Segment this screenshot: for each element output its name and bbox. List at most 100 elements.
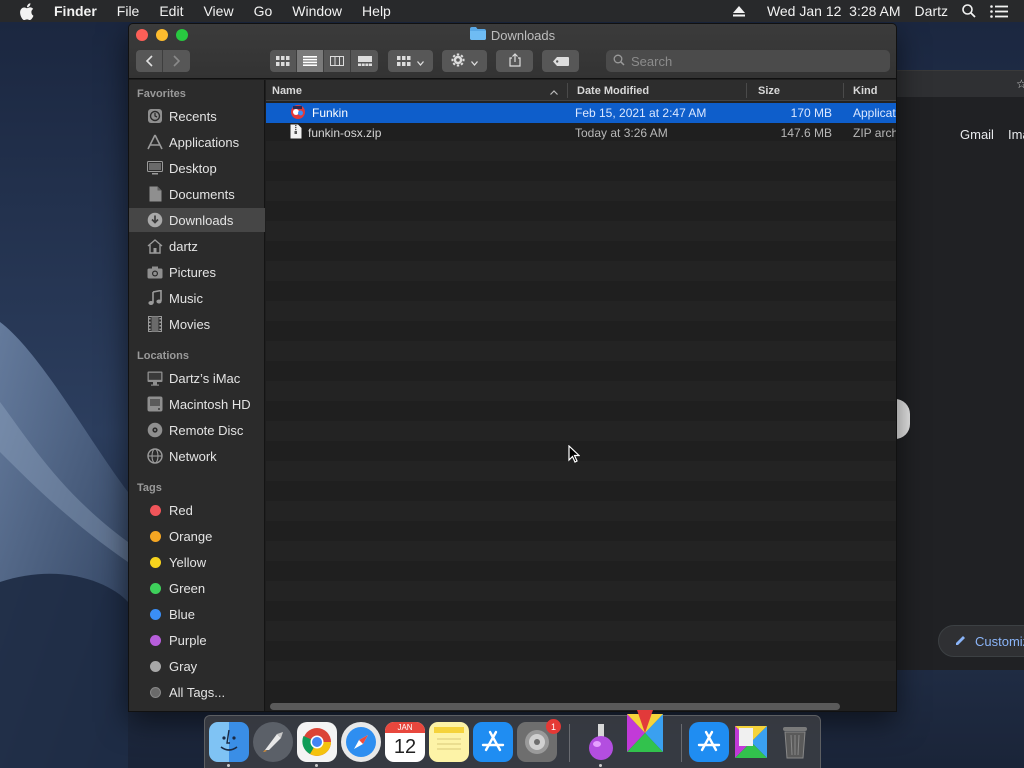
- column-divider[interactable]: [567, 83, 568, 98]
- menu-window[interactable]: Window: [292, 3, 342, 19]
- list-view-button[interactable]: [297, 50, 324, 72]
- tag-dot-icon: [149, 504, 161, 516]
- globe-icon: [147, 448, 163, 464]
- notification-center-icon[interactable]: [990, 4, 1008, 18]
- sidebar-tag-gray[interactable]: Gray: [129, 654, 265, 678]
- icon-view-button[interactable]: [270, 50, 297, 72]
- sidebar-item-imac[interactable]: Dartz’s iMac: [129, 366, 265, 390]
- mouse-pointer-icon: [568, 444, 581, 466]
- sidebar-item-label: Macintosh HD: [169, 396, 251, 412]
- sidebar-item-label: Dartz’s iMac: [169, 370, 241, 386]
- sidebar-item-label: Yellow: [169, 554, 207, 570]
- funkin-dock-icon[interactable]: [623, 708, 667, 758]
- sidebar-item-remote-disc[interactable]: Remote Disc: [129, 418, 265, 442]
- sidebar-item-label: Red: [169, 502, 193, 518]
- sidebar-item-network[interactable]: Network: [129, 444, 265, 468]
- search-icon: [613, 54, 625, 69]
- menu-view[interactable]: View: [203, 3, 233, 19]
- column-date-modified[interactable]: Date Modified: [577, 80, 742, 101]
- gmail-link[interactable]: Gmail: [960, 127, 994, 142]
- sidebar-item-documents[interactable]: Documents: [129, 182, 265, 206]
- finder-sidebar: Favorites Recents Applications Desktop D…: [129, 80, 265, 711]
- column-divider[interactable]: [746, 83, 747, 98]
- imac-icon: [147, 370, 163, 386]
- menu-help[interactable]: Help: [362, 3, 391, 19]
- home-icon: [147, 238, 163, 254]
- action-menu-button[interactable]: [442, 50, 487, 72]
- sidebar-tag-orange[interactable]: Orange: [129, 524, 265, 548]
- sidebar-item-music[interactable]: Music: [129, 286, 265, 310]
- sidebar-all-tags[interactable]: All Tags...: [129, 680, 265, 704]
- file-list: Name Date Modified Size Kind Funkin Feb …: [266, 80, 896, 711]
- menu-edit[interactable]: Edit: [159, 3, 183, 19]
- bookmark-star-icon[interactable]: ☆: [1016, 77, 1024, 91]
- images-link[interactable]: Images: [1008, 127, 1024, 142]
- sidebar-item-downloads[interactable]: Downloads: [129, 208, 265, 232]
- sidebar-tag-blue[interactable]: Blue: [129, 602, 265, 626]
- menu-finder[interactable]: Finder: [54, 3, 97, 19]
- back-button[interactable]: [136, 50, 163, 72]
- column-name[interactable]: Name: [272, 80, 562, 101]
- system-preferences-dock-icon[interactable]: 1: [517, 719, 561, 762]
- edit-tags-button[interactable]: [542, 50, 579, 72]
- sidebar-item-pictures[interactable]: Pictures: [129, 260, 265, 284]
- safari-dock-icon[interactable]: [341, 722, 381, 762]
- running-indicator: [599, 764, 602, 767]
- menu-go[interactable]: Go: [254, 3, 273, 19]
- sidebar-item-movies[interactable]: Movies: [129, 312, 265, 336]
- column-size[interactable]: Size: [758, 80, 838, 101]
- menubar-clock[interactable]: Wed Jan 12 3:28 AM: [767, 3, 901, 19]
- disc-icon: [147, 422, 163, 438]
- group-by-button[interactable]: [388, 50, 433, 72]
- file-row-funkin[interactable]: Funkin Feb 15, 2021 at 2:47 AM 170 MB Ap…: [266, 103, 896, 123]
- column-divider[interactable]: [843, 83, 844, 98]
- file-row-funkin-osx-zip[interactable]: funkin-osx.zip Today at 3:26 AM 147.6 MB…: [266, 123, 896, 143]
- navigation-buttons: [136, 50, 190, 72]
- horizontal-scrollbar[interactable]: [270, 703, 840, 710]
- menubar-user[interactable]: Dartz: [915, 3, 948, 19]
- column-name-label: Name: [272, 84, 302, 97]
- sidebar-item-applications[interactable]: Applications: [129, 130, 265, 154]
- sidebar-item-label: Movies: [169, 316, 211, 332]
- forward-button[interactable]: [163, 50, 190, 72]
- launchpad-dock-icon[interactable]: [253, 722, 293, 762]
- sidebar-tag-green[interactable]: Green: [129, 576, 265, 600]
- pencil-icon: [955, 634, 967, 649]
- share-button[interactable]: [496, 50, 533, 72]
- sidebar-item-macintosh-hd[interactable]: Macintosh HD: [129, 392, 265, 416]
- file-name: Funkin: [312, 106, 349, 120]
- spotlight-search-icon[interactable]: [962, 4, 976, 18]
- app-store-dock-icon[interactable]: [473, 722, 513, 762]
- gallery-view-button[interactable]: [351, 50, 378, 72]
- chrome-dock-icon[interactable]: [297, 722, 337, 762]
- sidebar-item-home[interactable]: dartz: [129, 234, 265, 258]
- eject-icon[interactable]: [732, 5, 745, 17]
- column-size-label: Size: [758, 84, 781, 97]
- notes-dock-icon[interactable]: [429, 722, 469, 762]
- installer-dock-icon[interactable]: [581, 722, 621, 762]
- download-icon: [147, 212, 163, 228]
- search-input[interactable]: Search: [606, 50, 890, 72]
- app-store-folder-dock-icon[interactable]: [689, 722, 729, 762]
- running-indicator: [227, 764, 230, 767]
- trash-dock-icon[interactable]: [775, 722, 815, 762]
- sidebar-tag-purple[interactable]: Purple: [129, 628, 265, 652]
- sidebar-item-desktop[interactable]: Desktop: [129, 156, 265, 180]
- sidebar-item-label: Recents: [169, 108, 217, 124]
- file-date: Feb 15, 2021 at 2:47 AM: [575, 106, 707, 120]
- menu-file[interactable]: File: [117, 3, 140, 19]
- apple-menu-icon[interactable]: [19, 2, 37, 20]
- tag-dot-icon: [149, 686, 161, 698]
- sidebar-tag-yellow[interactable]: Yellow: [129, 550, 265, 574]
- sidebar-tag-red[interactable]: Red: [129, 498, 265, 522]
- column-kind[interactable]: Kind: [853, 80, 896, 101]
- customize-button[interactable]: Customize: [938, 625, 1024, 657]
- background-browser-window: ☆ Gmail Images Customize: [880, 70, 1024, 670]
- downloads-stack-dock-icon[interactable]: [731, 722, 771, 762]
- column-view-button[interactable]: [324, 50, 351, 72]
- sidebar-item-recents[interactable]: Recents: [129, 104, 265, 128]
- calendar-month: JAN: [385, 722, 425, 733]
- calendar-dock-icon[interactable]: JAN 12: [385, 722, 425, 762]
- search-placeholder: Search: [631, 53, 673, 69]
- finder-dock-icon[interactable]: [209, 722, 249, 762]
